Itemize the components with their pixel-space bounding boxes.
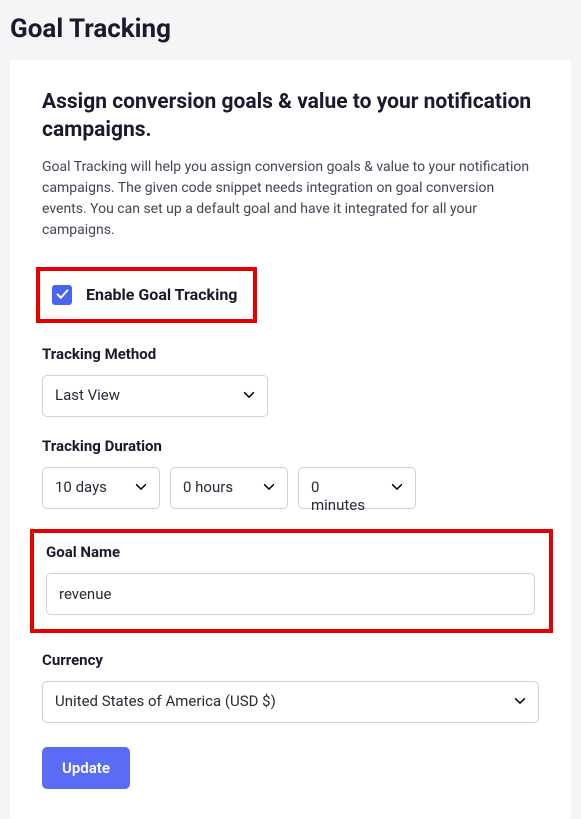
tracking-method-label: Tracking Method <box>42 345 539 363</box>
tracking-method-select[interactable]: Last View <box>42 375 268 417</box>
card-heading: Assign conversion goals & value to your … <box>42 88 539 145</box>
enable-goal-tracking-label: Enable Goal Tracking <box>86 285 237 304</box>
currency-select[interactable]: United States of America (USD $) <box>42 681 539 723</box>
page-title: Goal Tracking <box>0 0 581 54</box>
tracking-duration-label: Tracking Duration <box>42 437 539 455</box>
duration-days-select[interactable]: 10 days <box>42 467 160 509</box>
goal-name-label: Goal Name <box>46 543 535 561</box>
check-icon <box>56 288 69 301</box>
goal-tracking-card: Assign conversion goals & value to your … <box>10 60 571 819</box>
goal-name-input[interactable] <box>46 573 535 615</box>
tracking-duration-group: Tracking Duration 10 days 0 hours 0 minu… <box>42 437 539 509</box>
tracking-method-group: Tracking Method Last View <box>42 345 539 417</box>
duration-hours-select[interactable]: 0 hours <box>170 467 288 509</box>
enable-highlight-box: Enable Goal Tracking <box>36 267 257 323</box>
enable-goal-tracking-checkbox[interactable] <box>52 285 72 305</box>
duration-minutes-select[interactable]: 0 minutes <box>298 467 416 509</box>
currency-group: Currency United States of America (USD $… <box>42 651 539 723</box>
update-button[interactable]: Update <box>42 747 130 789</box>
card-description: Goal Tracking will help you assign conve… <box>42 157 539 241</box>
goal-name-highlight-box: Goal Name <box>30 529 553 633</box>
currency-label: Currency <box>42 651 539 669</box>
